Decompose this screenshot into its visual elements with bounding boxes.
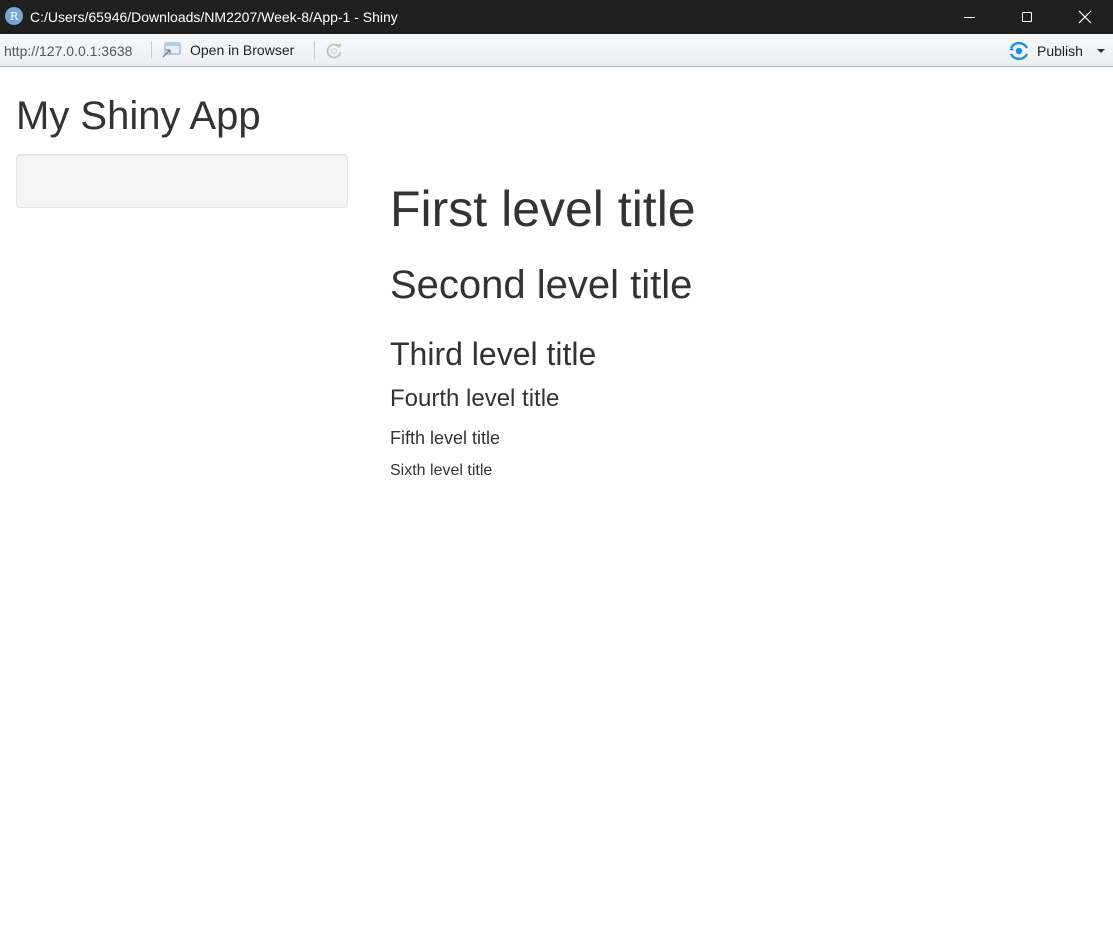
refresh-icon (326, 43, 342, 59)
heading-level-2: Second level title (390, 263, 693, 307)
viewer-toolbar: http://127.0.0.1:3638 Open in Browser Pu… (0, 34, 1113, 67)
publish-dropdown-caret-icon[interactable] (1097, 49, 1105, 53)
refresh-button[interactable] (323, 40, 345, 62)
r-app-icon: R (5, 7, 23, 25)
heading-level-5: Fifth level title (390, 428, 501, 448)
heading-level-4: Fourth level title (390, 385, 560, 412)
toolbar-divider (151, 41, 152, 59)
heading-level-1: First level title (390, 181, 696, 237)
r-app-icon-letter: R (9, 9, 19, 23)
window-titlebar: R C:/Users/65946/Downloads/NM2207/Week-8… (0, 0, 1113, 34)
maximize-icon (1022, 12, 1032, 22)
page-title: My Shiny App (16, 94, 261, 138)
open-in-browser-label: Open in Browser (190, 42, 295, 58)
open-in-browser-button[interactable]: Open in Browser (162, 39, 294, 61)
heading-level-6: Sixth level title (390, 462, 493, 479)
minimize-icon (963, 16, 975, 18)
publish-label: Publish (1037, 43, 1083, 59)
open-in-browser-icon (162, 42, 181, 58)
window-title: C:/Users/65946/Downloads/NM2207/Week-8/A… (30, 9, 398, 25)
publish-icon (1009, 41, 1029, 61)
maximize-button[interactable] (998, 0, 1056, 34)
publish-button[interactable]: Publish (1008, 39, 1083, 63)
close-icon (1078, 10, 1092, 24)
toolbar-divider (314, 41, 315, 59)
sidebar-panel (16, 154, 348, 208)
minimize-button[interactable] (940, 0, 998, 34)
close-button[interactable] (1056, 0, 1113, 34)
heading-level-3: Third level title (390, 336, 597, 372)
url-display: http://127.0.0.1:3638 (4, 43, 133, 59)
